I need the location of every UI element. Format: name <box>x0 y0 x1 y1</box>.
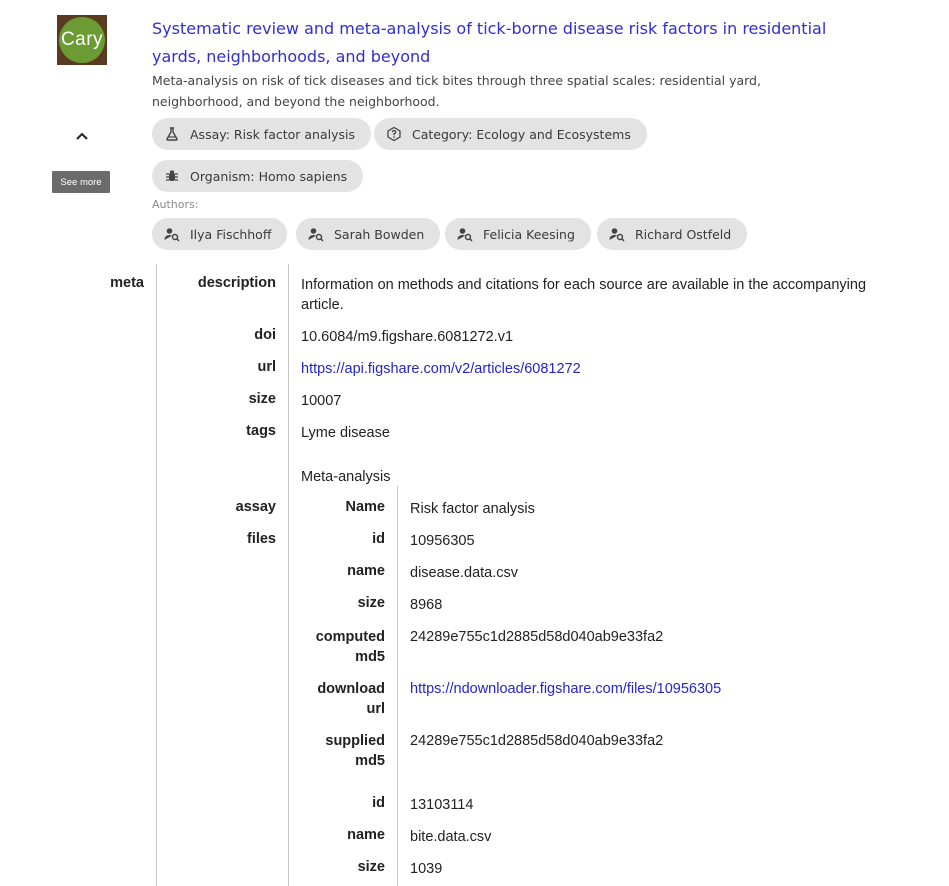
user-search-icon <box>457 226 473 242</box>
file-name-key: name <box>347 563 385 579</box>
flask-icon <box>164 126 180 142</box>
assay-name-key: Name <box>345 499 386 515</box>
tags-key: tags <box>246 423 276 439</box>
file-size-value: 1039 <box>410 861 443 877</box>
chip-category[interactable]: Category: Ecology and Ecosystems <box>374 118 647 150</box>
computed-md5-value: 24289e755c1d2885d58d040ab9e33fa2 <box>410 629 664 645</box>
divider <box>397 486 398 886</box>
description-key: description <box>197 275 276 291</box>
file-size-key: size <box>357 859 385 875</box>
author-chip[interactable]: Felicia Keesing <box>445 218 591 250</box>
file-name-value: disease.data.csv <box>410 565 519 581</box>
author-name: Richard Ostfeld <box>635 226 732 242</box>
doi-value: 10.6084/m9.figshare.6081272.v1 <box>301 329 514 345</box>
user-search-icon <box>164 226 180 242</box>
author-name: Felicia Keesing <box>483 226 575 242</box>
chip-category-label: Category: Ecology and Ecosystems <box>412 126 631 142</box>
author-chip[interactable]: Richard Ostfeld <box>597 218 748 250</box>
computed-md5-key: computed md5 <box>315 629 385 665</box>
tag-value: Meta-analysis <box>301 469 391 485</box>
doi-key: doi <box>254 327 276 343</box>
description-value: Information on methods and citations for… <box>301 277 867 313</box>
file-size-value: 8968 <box>410 597 443 613</box>
files-label: files <box>246 531 276 547</box>
supplied-md5-key: supplied md5 <box>325 733 385 769</box>
download-url-key: download url <box>317 681 385 717</box>
size-value: 10007 <box>301 393 342 409</box>
author-chip[interactable]: Ilya Fischhoff <box>152 218 288 250</box>
assay-label: assay <box>235 499 276 515</box>
chip-assay[interactable]: Assay: Risk factor analysis <box>152 118 371 150</box>
dataset-title-link[interactable]: Systematic review and meta-analysis of t… <box>152 15 842 71</box>
authors-label: Authors: <box>152 198 199 211</box>
meta-label: meta <box>110 275 144 291</box>
file-id-value: 10956305 <box>410 533 475 549</box>
supplied-md5-value: 24289e755c1d2885d58d040ab9e33fa2 <box>410 733 664 749</box>
chip-organism-label: Organism: Homo sapiens <box>190 168 348 184</box>
chip-assay-label: Assay: Risk factor analysis <box>190 126 355 142</box>
divider <box>156 264 157 886</box>
bug-icon <box>164 168 180 184</box>
file-id-key: id <box>372 531 385 547</box>
organization-logo: Cary <box>57 15 107 65</box>
tag-value: Lyme disease <box>301 425 390 441</box>
author-chip[interactable]: Sarah Bowden <box>296 218 441 250</box>
author-name: Sarah Bowden <box>334 226 425 242</box>
see-more-button[interactable]: See more <box>52 171 110 193</box>
file-name-key: name <box>347 827 385 843</box>
file-id-value: 13103114 <box>410 797 474 813</box>
file-size-key: size <box>357 595 385 611</box>
chip-organism[interactable]: Organism: Homo sapiens <box>152 160 364 192</box>
assay-name-value: Risk factor analysis <box>410 501 535 517</box>
article-url-link[interactable]: https://api.figshare.com/v2/articles/608… <box>301 359 581 379</box>
download-url-link[interactable]: https://ndownloader.figshare.com/files/1… <box>410 679 721 699</box>
divider <box>288 264 289 886</box>
help-circle-icon <box>386 126 402 142</box>
url-key: url <box>257 359 276 375</box>
file-name-value: bite.data.csv <box>410 829 492 845</box>
file-id-key: id <box>372 795 385 811</box>
logo-text: Cary <box>59 17 105 63</box>
author-name: Ilya Fischhoff <box>190 226 272 242</box>
user-search-icon <box>609 226 625 242</box>
user-search-icon <box>308 226 324 242</box>
chevron-up-icon <box>76 132 88 140</box>
size-key: size <box>248 391 276 407</box>
collapse-button[interactable] <box>70 124 94 148</box>
dataset-description: Meta-analysis on risk of tick diseases a… <box>152 73 761 109</box>
